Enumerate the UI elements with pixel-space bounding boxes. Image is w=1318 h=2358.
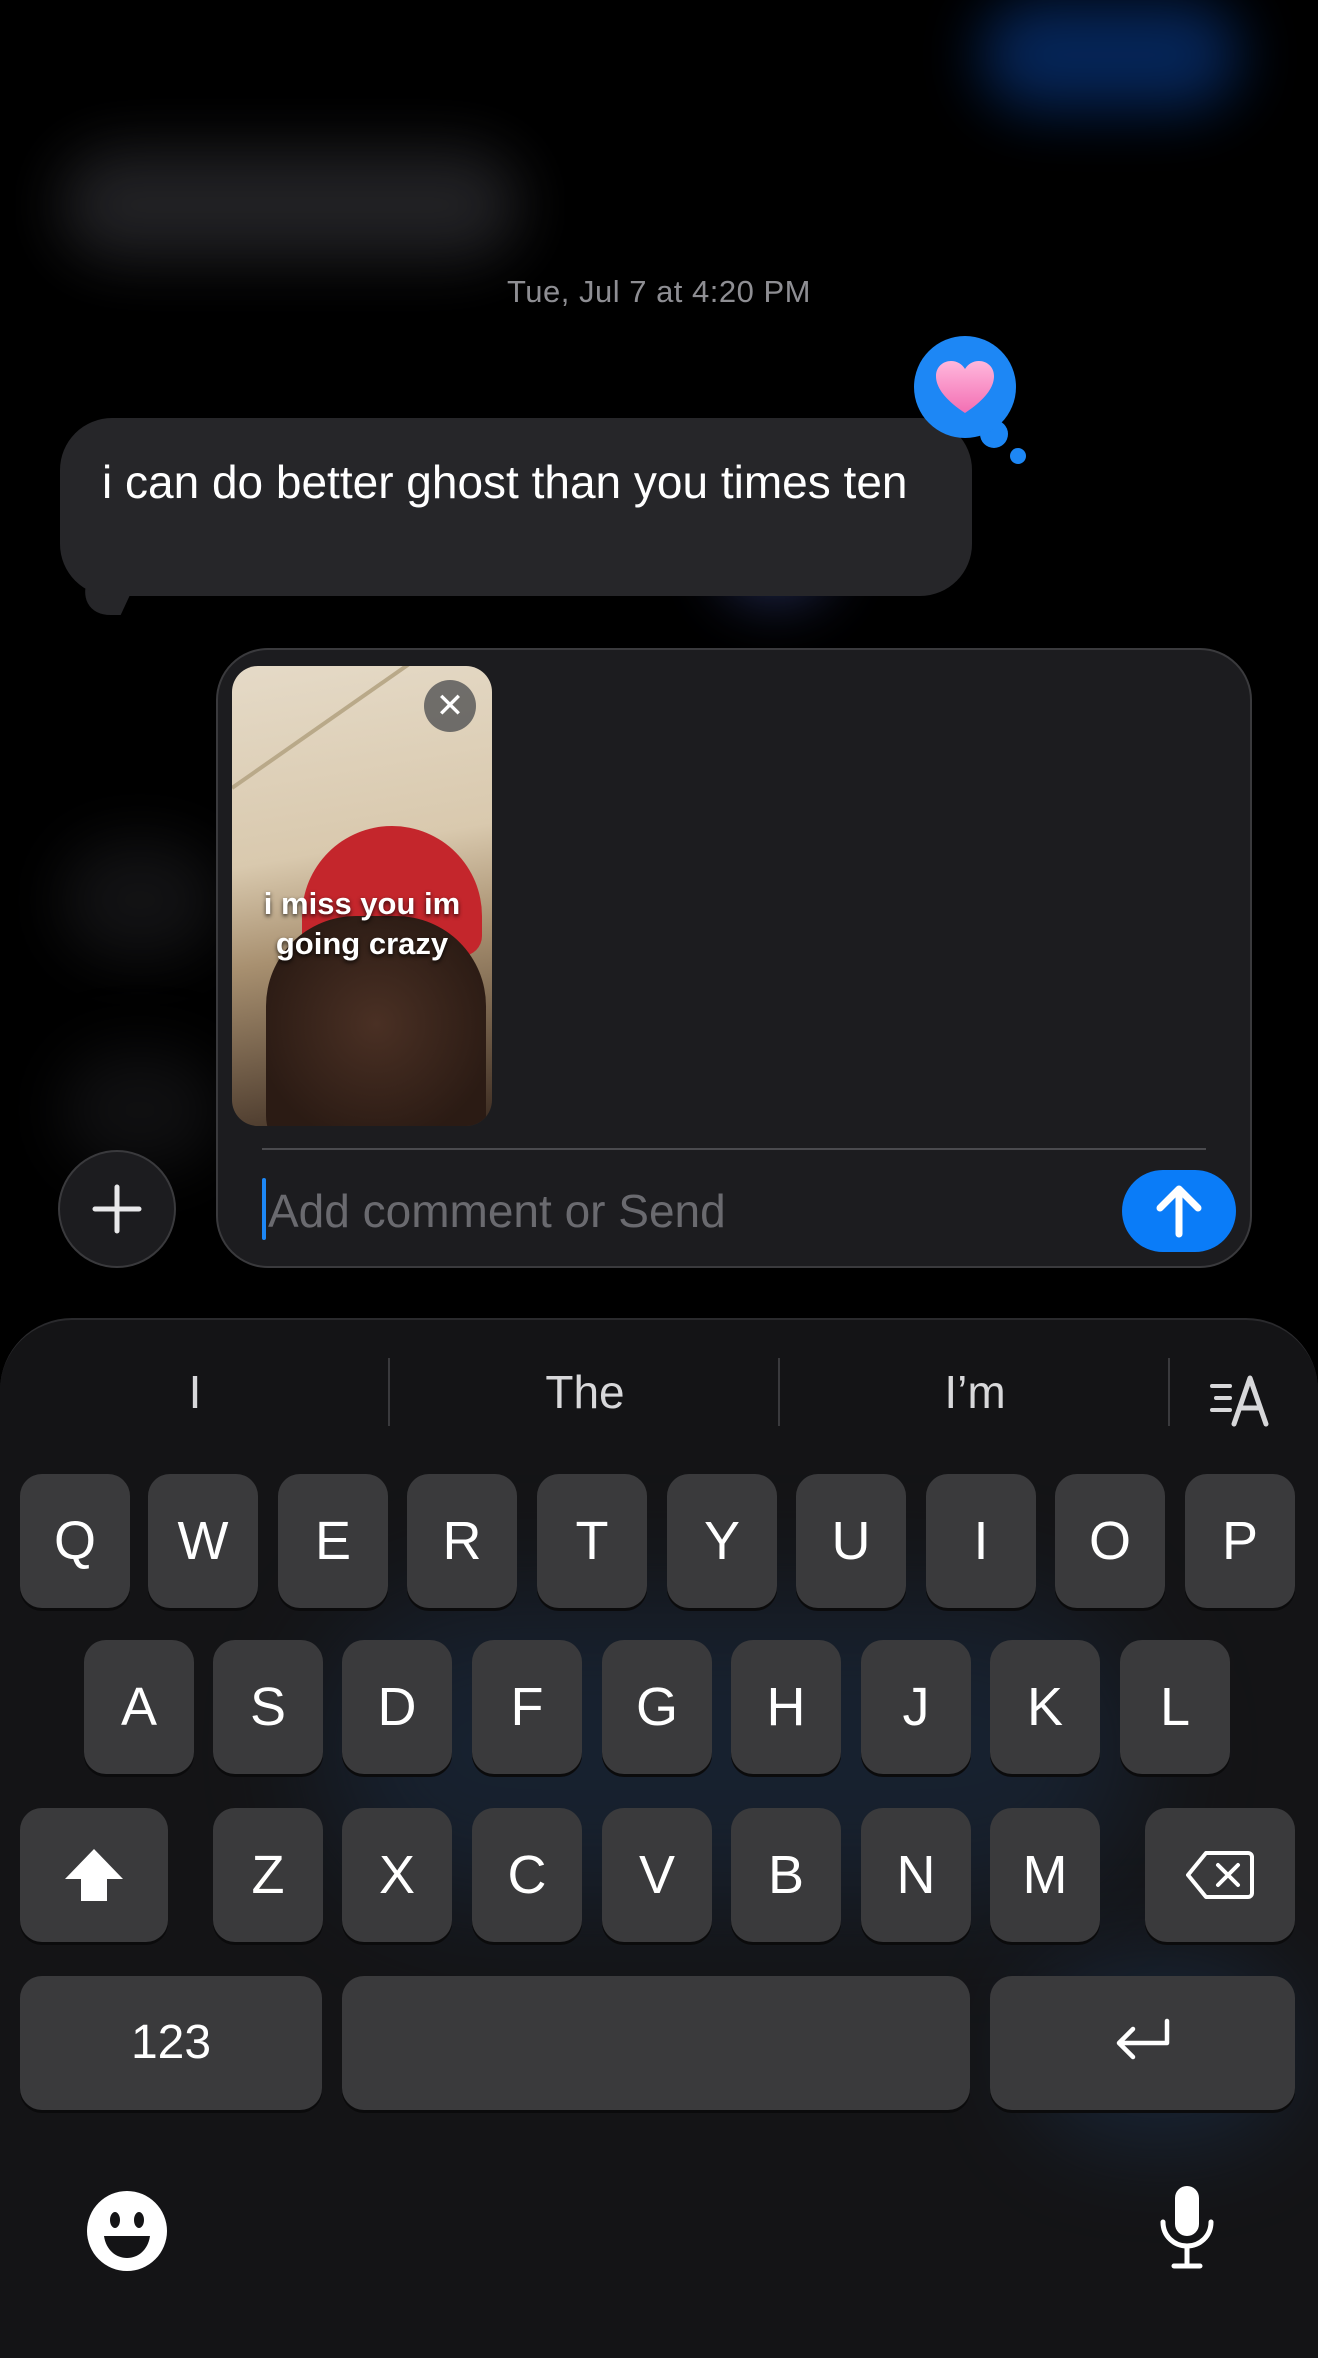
key-d[interactable]: D <box>342 1640 452 1774</box>
text-caret <box>262 1178 266 1240</box>
attachment-caption-line: i miss you im <box>263 886 461 921</box>
key-v[interactable]: V <box>602 1808 712 1942</box>
arrow-up-icon <box>1156 1185 1202 1238</box>
key-k[interactable]: K <box>990 1640 1100 1774</box>
delete-backspace-icon <box>1186 1851 1254 1899</box>
delete-key[interactable] <box>1145 1808 1295 1942</box>
key-h[interactable]: H <box>731 1640 841 1774</box>
message-timestamp: Tue, Jul 7 at 4:20 PM <box>506 274 811 309</box>
compose-divider <box>262 1148 1206 1150</box>
key-w[interactable]: W <box>148 1474 258 1608</box>
key-r[interactable]: R <box>407 1474 517 1608</box>
heart-tapback-icon[interactable] <box>914 336 1016 438</box>
emoji-icon[interactable] <box>86 2190 168 2272</box>
tapback-tail-dot <box>1010 448 1026 464</box>
key-t[interactable]: T <box>537 1474 647 1608</box>
key-g[interactable]: G <box>602 1640 712 1774</box>
return-key[interactable] <box>990 1976 1295 2110</box>
key-c[interactable]: C <box>472 1808 582 1942</box>
key-p[interactable]: P <box>1185 1474 1295 1608</box>
add-attachment-button[interactable] <box>58 1150 176 1268</box>
shift-icon <box>65 1849 123 1901</box>
key-j[interactable]: J <box>861 1640 971 1774</box>
key-q[interactable]: Q <box>20 1474 130 1608</box>
key-m[interactable]: M <box>990 1808 1100 1942</box>
key-z[interactable]: Z <box>213 1808 323 1942</box>
numbers-key[interactable]: 123 <box>20 1976 322 2110</box>
microphone-icon[interactable] <box>1158 2184 1216 2270</box>
plus-icon <box>92 1184 142 1234</box>
key-l[interactable]: L <box>1120 1640 1230 1774</box>
writing-tools-icon[interactable] <box>1210 1372 1274 1428</box>
key-o[interactable]: O <box>1055 1474 1165 1608</box>
attachment-caption: i miss you im going crazy <box>232 884 492 964</box>
blurred-background-shape <box>60 840 220 960</box>
key-i[interactable]: I <box>926 1474 1036 1608</box>
blurred-background-shape <box>60 1050 220 1170</box>
key-e[interactable]: E <box>278 1474 388 1608</box>
video-attachment-thumbnail[interactable]: i miss you im going crazy <box>232 666 492 1126</box>
remove-attachment-close-icon[interactable]: ✕ <box>424 680 476 732</box>
key-x[interactable]: X <box>342 1808 452 1942</box>
suggestion-item[interactable]: The <box>390 1360 780 1424</box>
blurred-background-shape <box>980 0 1240 110</box>
key-y[interactable]: Y <box>667 1474 777 1608</box>
received-message-bubble[interactable]: i can do better ghost than you times ten <box>60 418 972 596</box>
key-s[interactable]: S <box>213 1640 323 1774</box>
attachment-caption-line: going crazy <box>275 926 449 961</box>
suggestion-item[interactable]: I <box>0 1360 390 1424</box>
key-n[interactable]: N <box>861 1808 971 1942</box>
key-f[interactable]: F <box>472 1640 582 1774</box>
compose-field[interactable]: i miss you im going crazy ✕ Add comment … <box>216 648 1252 1268</box>
key-a[interactable]: A <box>84 1640 194 1774</box>
space-bar[interactable] <box>342 1976 970 2110</box>
key-u[interactable]: U <box>796 1474 906 1608</box>
shift-key[interactable] <box>20 1808 168 1942</box>
send-button[interactable] <box>1122 1170 1236 1252</box>
comment-input-placeholder[interactable]: Add comment or Send <box>268 1184 726 1238</box>
key-b[interactable]: B <box>731 1808 841 1942</box>
suggestion-divider <box>1168 1358 1170 1426</box>
blurred-background-shape <box>60 150 520 260</box>
suggestion-item[interactable]: I’m <box>780 1360 1170 1424</box>
return-icon <box>1116 2018 1169 2060</box>
